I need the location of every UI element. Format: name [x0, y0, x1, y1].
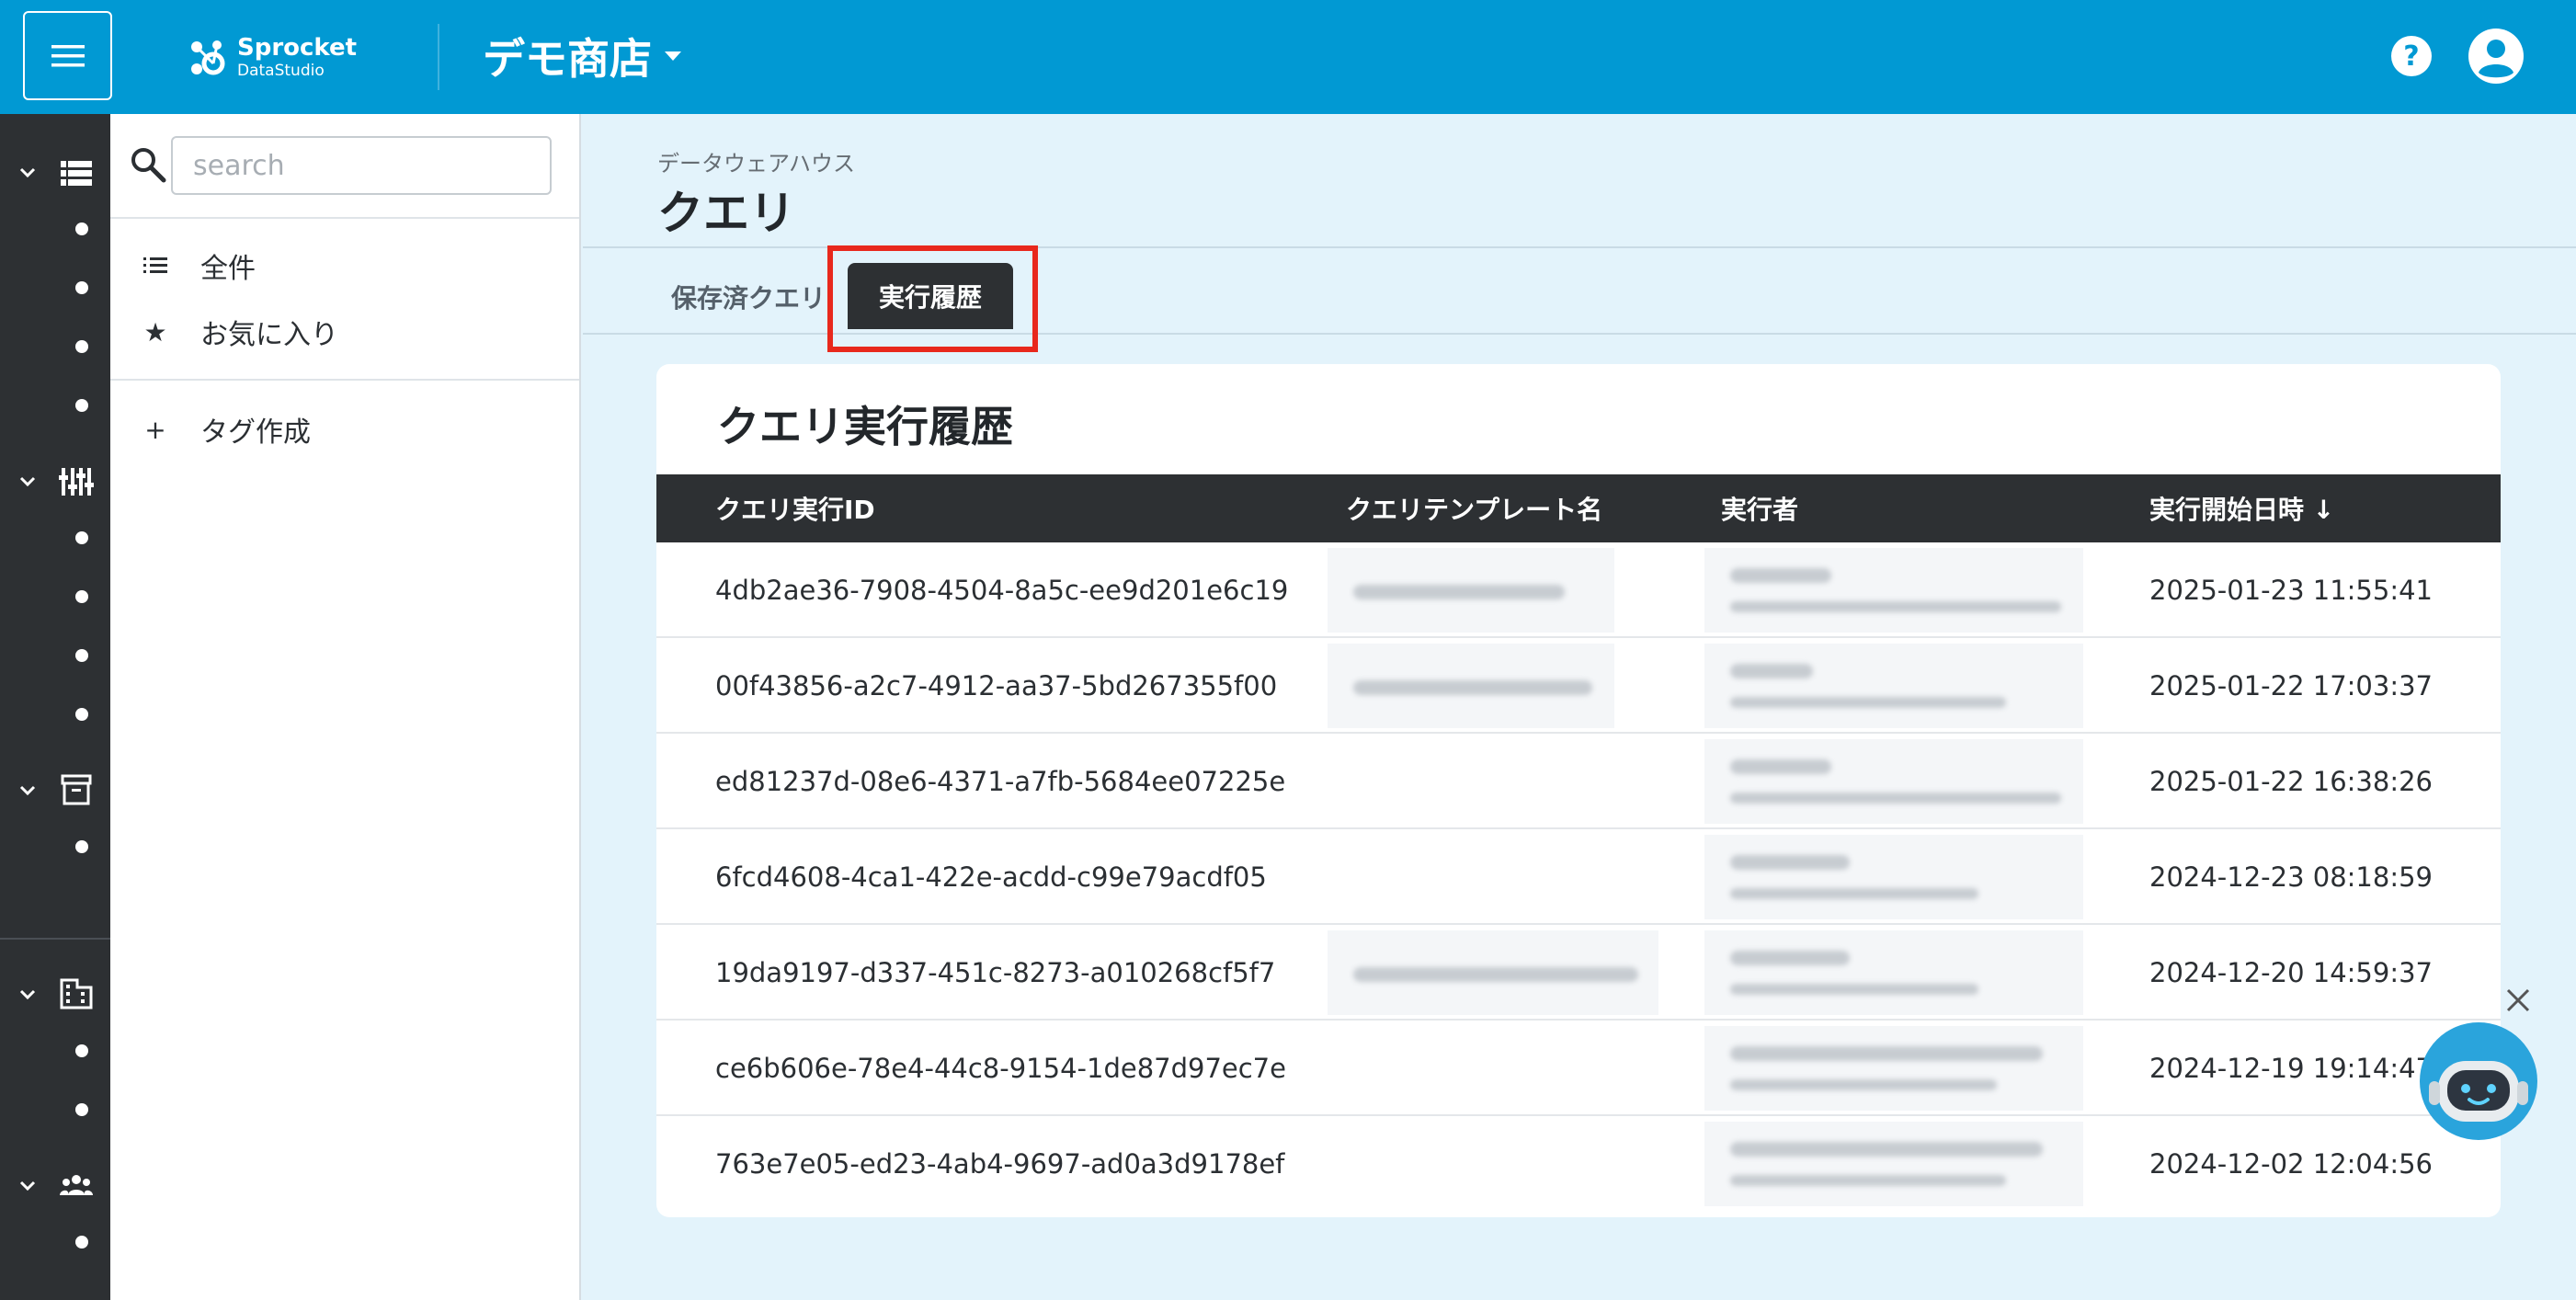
rail-dot[interactable]: [75, 1103, 88, 1116]
table-header: クエリ実行ID クエリテンプレート名 実行者 実行開始日時 ↓: [656, 474, 2501, 542]
sidebar-item-label: タグ作成: [200, 416, 311, 449]
redacted-template: [1328, 930, 1658, 1015]
chatbot-icon[interactable]: [2418, 1021, 2539, 1142]
sidebar-divider: [110, 379, 579, 381]
table-row[interactable]: 4db2ae36-7908-4504-8a5c-ee9d201e6c19 202…: [656, 542, 2501, 638]
table-list-icon[interactable]: [59, 156, 94, 191]
table-row[interactable]: 6fcd4608-4ca1-422e-acdd-c99e79acdf05 202…: [656, 829, 2501, 925]
rail-dot[interactable]: [75, 222, 88, 235]
rail-dot[interactable]: [75, 590, 88, 603]
started-at: 2024-12-20 14:59:37: [2149, 957, 2433, 988]
table-row[interactable]: ed81237d-08e6-4371-a7fb-5684ee07225e 202…: [656, 734, 2501, 829]
execution-id[interactable]: 19da9197-d337-451c-8273-a010268cf5f7: [715, 925, 1275, 1021]
chevron-down-icon[interactable]: [17, 1175, 39, 1197]
sidebar-divider: [110, 217, 579, 219]
search-input[interactable]: [171, 136, 552, 195]
table-row[interactable]: 763e7e05-ed23-4ab4-9697-ad0a3d9178ef 202…: [656, 1116, 2501, 1212]
topbar-divider: [438, 24, 439, 90]
help-icon[interactable]: ?: [2390, 35, 2433, 77]
plus-icon: +: [144, 414, 166, 445]
star-icon: ★: [143, 316, 167, 348]
sidebar-item-label: お気に入り: [200, 319, 338, 351]
redacted-executor: [1704, 1026, 2083, 1111]
archive-icon[interactable]: [59, 772, 94, 807]
history-card: クエリ実行履歴 クエリ実行ID クエリテンプレート名 実行者 実行開始日時 ↓ …: [656, 364, 2501, 1217]
chevron-down-icon[interactable]: [17, 162, 39, 184]
started-at: 2024-12-02 12:04:56: [2149, 1148, 2433, 1180]
execution-id[interactable]: 6fcd4608-4ca1-422e-acdd-c99e79acdf05: [715, 829, 1267, 925]
top-bar: Sprocket DataStudio デモ商店 ?: [0, 0, 2576, 114]
list-icon: [142, 256, 169, 276]
redacted-executor: [1704, 548, 2083, 633]
redacted-executor: [1704, 930, 2083, 1015]
card-title: クエリ実行履歴: [717, 402, 1013, 451]
sliders-icon[interactable]: [59, 464, 94, 499]
table-row[interactable]: 00f43856-a2c7-4912-aa37-5bd267355f00 202…: [656, 638, 2501, 734]
rail-dot[interactable]: [75, 1044, 88, 1057]
rail-dot[interactable]: [75, 708, 88, 721]
svg-text:?: ?: [2403, 40, 2419, 73]
execution-id[interactable]: ce6b606e-78e4-44c8-9154-1de87d97ec7e: [715, 1021, 1286, 1116]
sidebar-item-label: 全件: [200, 253, 256, 285]
column-header-started-at[interactable]: 実行開始日時 ↓: [2149, 474, 2334, 542]
rail-dot[interactable]: [75, 281, 88, 294]
highlight-box: [827, 245, 1038, 352]
column-header-template: クエリテンプレート名: [1346, 495, 1603, 525]
started-at: 2025-01-22 16:38:26: [2149, 766, 2433, 797]
shop-name: デモ商店: [483, 34, 652, 84]
rail-dot[interactable]: [75, 531, 88, 544]
chevron-down-icon[interactable]: [17, 471, 39, 493]
execution-id[interactable]: 4db2ae36-7908-4504-8a5c-ee9d201e6c19: [715, 542, 1288, 638]
logo-subtitle: DataStudio: [237, 61, 325, 80]
table-row[interactable]: ce6b606e-78e4-44c8-9154-1de87d97ec7e 202…: [656, 1021, 2501, 1116]
page-title: クエリ: [657, 187, 795, 240]
redacted-executor: [1704, 1122, 2083, 1206]
menu-button[interactable]: [23, 11, 112, 100]
chevron-down-icon[interactable]: [17, 780, 39, 802]
rail-dot[interactable]: [75, 840, 88, 853]
execution-id[interactable]: ed81237d-08e6-4371-a7fb-5684ee07225e: [715, 734, 1285, 829]
people-group-icon[interactable]: [59, 1168, 94, 1203]
rail-dot[interactable]: [75, 649, 88, 662]
started-at: 2024-12-19 19:14:47: [2149, 1053, 2433, 1084]
building-icon[interactable]: [59, 976, 94, 1011]
user-account-icon[interactable]: [2468, 28, 2525, 85]
shop-selector[interactable]: デモ商店: [483, 26, 681, 86]
redacted-executor: [1704, 644, 2083, 728]
sidebar-item-favorites[interactable]: ★ お気に入り: [142, 309, 338, 355]
chevron-down-icon[interactable]: [17, 984, 39, 1006]
breadcrumb[interactable]: データウェアハウス: [657, 145, 855, 177]
rail-dot[interactable]: [75, 1236, 88, 1249]
redacted-template: [1328, 548, 1614, 633]
started-at: 2024-12-23 08:18:59: [2149, 861, 2433, 893]
started-at: 2025-01-22 17:03:37: [2149, 670, 2433, 701]
started-at: 2025-01-23 11:55:41: [2149, 575, 2433, 606]
sidebar-item-all[interactable]: 全件: [142, 243, 256, 289]
redacted-executor: [1704, 739, 2083, 824]
hamburger-icon: [51, 44, 85, 66]
tab-saved-queries[interactable]: 保存済クエリ: [671, 271, 826, 323]
search-icon: [131, 148, 166, 183]
execution-id[interactable]: 00f43856-a2c7-4912-aa37-5bd267355f00: [715, 638, 1277, 734]
sprocket-logo-icon: [191, 40, 225, 75]
icon-rail: [0, 114, 110, 1300]
rail-divider: [0, 938, 110, 940]
table-row[interactable]: 19da9197-d337-451c-8273-a010268cf5f7 202…: [656, 925, 2501, 1021]
logo[interactable]: Sprocket DataStudio: [186, 31, 357, 83]
redacted-executor: [1704, 835, 2083, 919]
close-icon[interactable]: [2502, 985, 2534, 1016]
sidebar: 全件 ★ お気に入り + タグ作成: [110, 114, 581, 1300]
logo-name: Sprocket: [237, 33, 358, 62]
rail-dot[interactable]: [75, 340, 88, 353]
execution-id[interactable]: 763e7e05-ed23-4ab4-9697-ad0a3d9178ef: [715, 1116, 1284, 1212]
caret-down-icon: [665, 51, 681, 61]
rail-dot[interactable]: [75, 399, 88, 412]
redacted-template: [1328, 644, 1614, 728]
column-header-id: クエリ実行ID: [715, 495, 875, 525]
sidebar-item-create-tag[interactable]: + タグ作成: [142, 406, 311, 452]
column-header-executor: 実行者: [1721, 495, 1799, 525]
